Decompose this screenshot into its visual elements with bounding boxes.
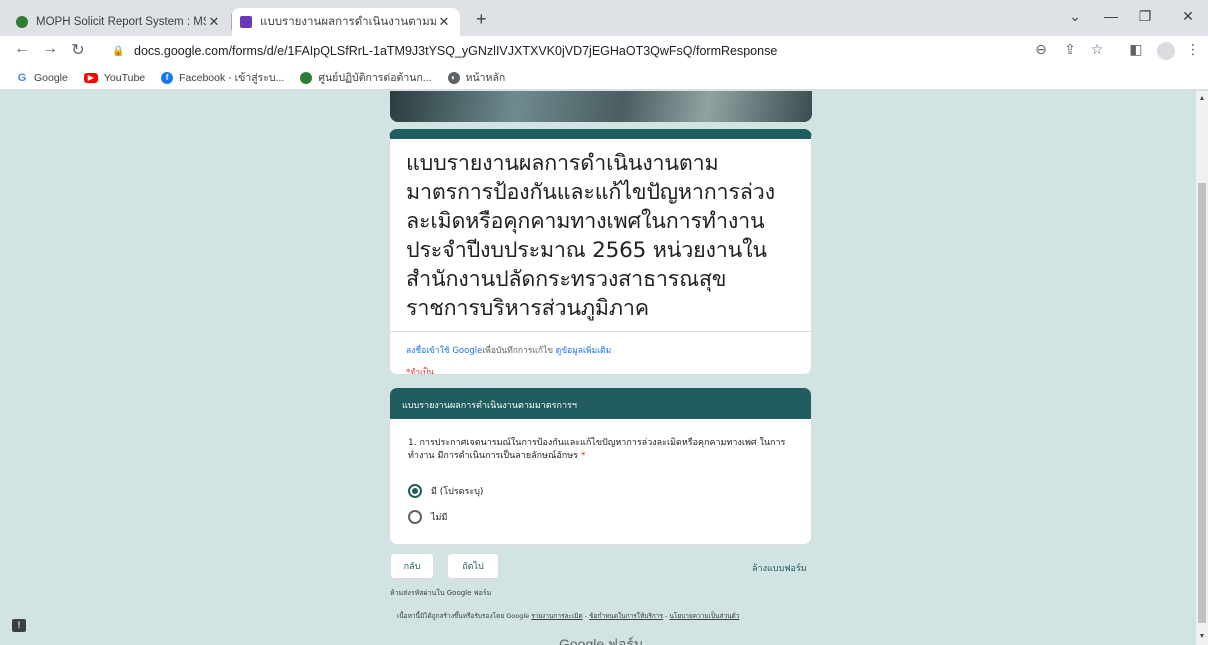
never-submit-passwords: ห้ามส่งรหัสผ่านใน Google ฟอร์ม	[390, 589, 492, 597]
footer-text: เนื้อหานี้มิได้ถูกสร้างขึ้นหรือรับรองโดย…	[397, 612, 530, 620]
bookmark-home[interactable]: ◐ หน้าหลัก	[447, 69, 506, 86]
signin-link[interactable]: ลงชื่อเข้าใช้ Google	[406, 346, 482, 356]
bookmark-label: ศูนย์ปฏิบัติการต่อต้านก...	[318, 72, 432, 84]
bookmark-youtube[interactable]: ▶ YouTube	[83, 71, 146, 84]
radio-unchecked-icon[interactable]	[408, 510, 422, 524]
learn-more-link[interactable]: ดูข้อมูลเพิ่มเติม	[556, 346, 611, 356]
restore-icon[interactable]: ❐	[1135, 8, 1155, 25]
bookmark-star-icon[interactable]: ☆	[1088, 41, 1106, 58]
reload-icon[interactable]: ↻	[68, 40, 88, 60]
address-bar[interactable]: 🔒 docs.google.com/forms/d/e/1FAIpQLSfRrL…	[98, 39, 998, 63]
page-scrollbar[interactable]: ▲ ▼	[1196, 91, 1208, 645]
bookmark-google[interactable]: G Google	[16, 71, 68, 84]
url-text: docs.google.com/forms/d/e/1FAIpQLSfRrL-1…	[134, 44, 778, 58]
section-card: แบบรายงานผลการดำเนินงานตามมาตรการฯ 1. กา…	[389, 387, 812, 545]
share-icon[interactable]: ⇪	[1061, 41, 1079, 58]
moph-favicon-icon	[16, 16, 28, 28]
profile-avatar-icon[interactable]	[1157, 42, 1175, 60]
required-note: *จำเป็น	[406, 368, 435, 375]
minimize-icon[interactable]: —	[1101, 8, 1121, 24]
required-star: *	[580, 451, 586, 461]
terms-link[interactable]: ข้อกำหนดในการให้บริการ	[589, 612, 663, 620]
page-content: แบบรายงานผลการดำเนินงานตามมาตรการป้องกัน…	[0, 91, 1196, 645]
scroll-thumb[interactable]	[1198, 183, 1206, 623]
side-panel-icon[interactable]: ◧	[1127, 41, 1145, 58]
bookmark-label: หน้าหลัก	[465, 72, 506, 84]
next-button[interactable]: ถัดไป	[447, 553, 499, 579]
facebook-icon: f	[161, 71, 174, 84]
option-label: มี (โปรดระบุ)	[431, 487, 484, 497]
option-yes[interactable]: มี (โปรดระบุ)	[408, 484, 483, 498]
form-title: แบบรายงานผลการดำเนินงานตามมาตรการป้องกัน…	[406, 151, 775, 321]
radio-checked-icon[interactable]	[408, 484, 422, 498]
feedback-icon[interactable]: !	[12, 619, 26, 632]
back-button[interactable]: กลับ	[390, 553, 434, 579]
tab-title: MOPH Solicit Report System : MS	[36, 16, 206, 28]
back-icon[interactable]: ←	[12, 40, 32, 58]
new-tab-icon[interactable]: +	[476, 9, 487, 30]
footer-disclaimer: เนื้อหานี้มิได้ถูกสร้างขึ้นหรือรับรองโดย…	[397, 612, 740, 620]
section-title: แบบรายงานผลการดำเนินงานตามมาตรการฯ	[390, 388, 811, 419]
tab-strip: MOPH Solicit Report System : MS ✕ แบบราย…	[0, 0, 1208, 36]
window-close-icon[interactable]: ✕	[1178, 8, 1198, 25]
bookmark-label: Google	[34, 71, 68, 84]
globe-icon: ◐	[447, 71, 460, 84]
question-label: 1. การประกาศเจตนารมณ์ในการป้องกันและแก้ไ…	[408, 438, 786, 461]
form-title-card: แบบรายงานผลการดำเนินงานตามมาตรการป้องกัน…	[389, 129, 812, 375]
form-header-image	[390, 91, 812, 122]
forms-favicon-icon	[240, 16, 252, 28]
bookmark-center[interactable]: ศูนย์ปฏิบัติการต่อต้านก...	[300, 69, 432, 86]
google-forms-logo: Google ฟอร์ม	[559, 634, 643, 645]
tab-form[interactable]: แบบรายงานผลการดำเนินงานตามมาตร ✕	[232, 8, 460, 36]
logo-google: Google	[559, 636, 605, 645]
browser-toolbar: ← → ↻ 🔒 docs.google.com/forms/d/e/1FAIpQ…	[0, 36, 1208, 66]
forward-icon[interactable]: →	[40, 40, 60, 58]
bookmark-facebook[interactable]: f Facebook - เข้าสู่ระบ...	[161, 69, 284, 86]
signin-line: ลงชื่อเข้าใช้ Googleเพื่อบันทึกการแก้ไข …	[406, 343, 611, 357]
menu-icon[interactable]: ⋮	[1184, 41, 1202, 58]
moph-icon	[300, 71, 313, 84]
bookmarks-bar: G Google ▶ YouTube f Facebook - เข้าสู่ร…	[0, 66, 1208, 90]
logo-forms: ฟอร์ม	[608, 636, 644, 645]
google-icon: G	[16, 71, 28, 84]
bookmark-label: YouTube	[103, 71, 146, 84]
lock-icon: 🔒	[112, 45, 125, 57]
question-text: 1. การประกาศเจตนารมณ์ในการป้องกันและแก้ไ…	[390, 419, 811, 463]
signin-text: เพื่อบันทึกการแก้ไข	[482, 346, 554, 356]
zoom-icon[interactable]: ⊖	[1032, 41, 1050, 58]
option-label: ไม่มี	[431, 513, 448, 523]
scroll-down-icon[interactable]: ▼	[1196, 633, 1208, 640]
bookmark-label: Facebook - เข้าสู่ระบ...	[179, 72, 285, 84]
tab-title: แบบรายงานผลการดำเนินงานตามมาตร	[260, 16, 436, 28]
privacy-link[interactable]: นโยบายความเป็นส่วนตัว	[669, 612, 739, 620]
tab-moph[interactable]: MOPH Solicit Report System : MS ✕	[8, 8, 230, 36]
clear-form-button[interactable]: ล้างแบบฟอร์ม	[752, 561, 807, 575]
close-icon[interactable]: ✕	[436, 14, 452, 30]
close-icon[interactable]: ✕	[206, 14, 222, 30]
youtube-icon: ▶	[83, 72, 98, 83]
scroll-up-icon[interactable]: ▲	[1196, 95, 1208, 102]
tab-search-icon[interactable]: ⌄	[1065, 8, 1085, 25]
option-no[interactable]: ไม่มี	[408, 510, 447, 524]
report-abuse-link[interactable]: รายงานการละเมิด	[531, 612, 583, 620]
